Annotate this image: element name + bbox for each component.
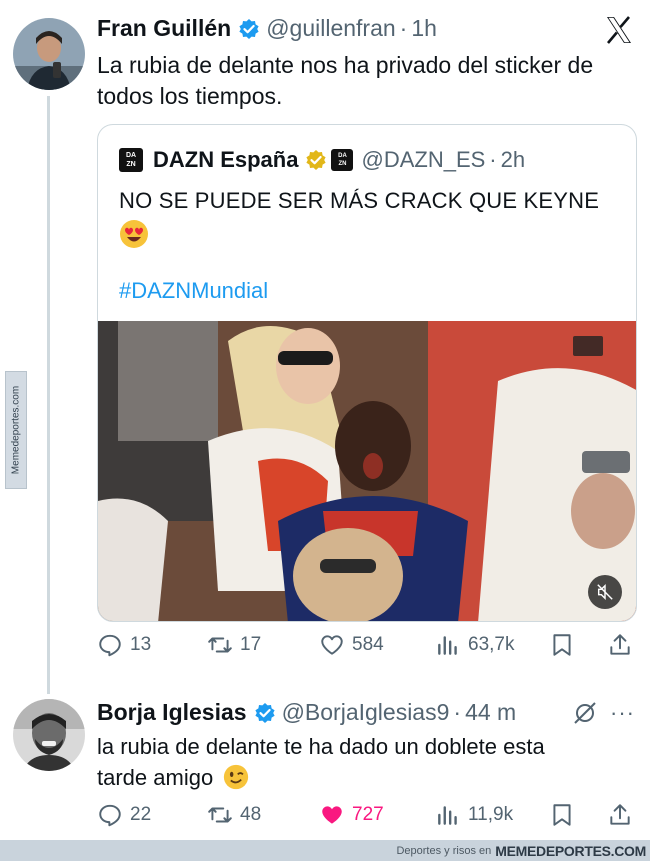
like-icon	[322, 806, 342, 824]
tweet1-text-line2: todos los tiempos.	[97, 83, 283, 109]
verified-gold-badge-icon	[306, 150, 327, 170]
like-button[interactable]: 727	[319, 802, 384, 828]
tweet2-timestamp[interactable]: 44 m	[465, 699, 516, 726]
quoted-tweet-card[interactable]: DA ZN DAZN España DA ZN @DAZN_ES · 2h NO…	[97, 124, 637, 622]
dazn-logo-line2: ZN	[126, 161, 136, 168]
separator-dot: ·	[453, 699, 462, 725]
quote-timestamp[interactable]: 2h	[501, 147, 525, 173]
share-button[interactable]	[607, 632, 640, 658]
avatar-fran-guillen[interactable]	[13, 18, 85, 90]
tweet1-text-line1: La rubia de delante nos ha privado del s…	[97, 52, 594, 78]
like-button[interactable]: 584	[319, 632, 384, 658]
bookmark-button[interactable]	[549, 632, 582, 658]
tweet2-author-name[interactable]: Borja Iglesias	[97, 699, 247, 726]
tweet2-handle[interactable]: @BorjaIglesias9	[282, 699, 450, 726]
wink-emoji	[224, 764, 249, 790]
mute-button[interactable]	[588, 575, 622, 609]
reply-icon	[99, 804, 121, 827]
tweet2-text-line1: la rubia de delante te ha dado un doblet…	[97, 734, 545, 759]
reply-count: 22	[130, 804, 152, 825]
retweet-count: 17	[240, 634, 262, 655]
quote-header: DA ZN DAZN España DA ZN @DAZN_ES · 2h	[119, 147, 525, 173]
retweet-icon	[208, 637, 232, 653]
tweet1-author-name[interactable]: Fran Guillén	[97, 15, 231, 42]
retweet-button[interactable]: 17	[207, 632, 261, 658]
quote-author-name[interactable]: DAZN España	[153, 147, 298, 173]
like-icon	[321, 635, 343, 655]
tweet1-header: Fran Guillén @guillenfran · 1h	[97, 15, 437, 42]
grok-icon[interactable]	[572, 700, 598, 726]
tweet1-timestamp[interactable]: 1h	[411, 15, 437, 42]
reply-count: 13	[130, 634, 152, 655]
reply-button[interactable]: 13	[97, 632, 151, 658]
like-count: 727	[352, 804, 384, 825]
quote-handle[interactable]: @DAZN_ES	[361, 147, 485, 173]
share-icon	[610, 804, 630, 825]
tweet2-header: Borja Iglesias @BorjaIglesias9 · 44 m	[97, 699, 516, 726]
footer-watermark-left: Deportes y risos en	[396, 844, 492, 857]
views-button[interactable]: 11,9k	[435, 802, 513, 828]
bookmark-icon	[553, 804, 571, 826]
quote-text: NO SE PUEDE SER MÁS CRACK QUE KEYNE	[119, 188, 600, 213]
dazn-badge-line1: DA	[338, 153, 347, 159]
footer-watermark: Deportes y risos en MEMEDEPORTES.COM	[0, 840, 650, 861]
thread-line	[47, 96, 50, 694]
avatar-borja-iglesias[interactable]	[13, 699, 85, 771]
views-icon	[438, 806, 457, 825]
tweet1-actions: 13 17 584 63,7k	[97, 632, 637, 666]
tweet2-text-line2-wrap: tarde amigo	[97, 762, 545, 793]
tweet1-text: La rubia de delante nos ha privado del s…	[97, 50, 593, 112]
dazn-affiliate-badge: DA ZN	[331, 149, 354, 171]
tweet1-handle[interactable]: @guillenfran	[266, 15, 395, 42]
retweet-icon	[208, 807, 232, 823]
footer-watermark-right: MEMEDEPORTES.COM	[495, 842, 646, 859]
views-button[interactable]: 63,7k	[435, 632, 514, 658]
mute-icon	[597, 583, 613, 601]
x-logo-icon[interactable]	[604, 15, 634, 45]
bookmark-button[interactable]	[549, 802, 582, 828]
views-count: 63,7k	[468, 634, 515, 655]
tweet2-text-line2: tarde amigo	[97, 765, 214, 790]
views-count: 11,9k	[468, 804, 514, 825]
verified-badge-icon	[254, 702, 275, 723]
heart-eyes-emoji	[119, 219, 149, 249]
dazn-logo-line1: DA	[125, 152, 137, 159]
separator-dot: ·	[399, 15, 408, 41]
tweet2-text: la rubia de delante te ha dado un doblet…	[97, 731, 545, 793]
tweet2-actions: 22 48 727 11,9k	[97, 802, 637, 836]
separator-dot: ·	[489, 147, 497, 172]
retweet-count: 48	[240, 804, 262, 825]
share-button[interactable]	[607, 802, 640, 828]
hashtag-link[interactable]: #DAZNMundial	[119, 278, 268, 304]
retweet-button[interactable]: 48	[207, 802, 261, 828]
bookmark-icon	[553, 634, 571, 656]
quote-video[interactable]	[98, 321, 636, 621]
dazn-badge-line2: ZN	[338, 161, 347, 167]
verified-badge-icon	[239, 18, 259, 39]
more-icon[interactable]: ···	[610, 700, 635, 726]
side-watermark-text: Memedeportes.com	[10, 385, 22, 475]
reply-icon	[99, 634, 121, 657]
like-count: 584	[352, 634, 384, 655]
share-icon	[610, 634, 630, 655]
side-watermark: Memedeportes.com	[5, 371, 27, 489]
dazn-avatar[interactable]: DA ZN	[119, 148, 143, 172]
reply-button[interactable]: 22	[97, 802, 151, 828]
views-icon	[438, 636, 457, 655]
